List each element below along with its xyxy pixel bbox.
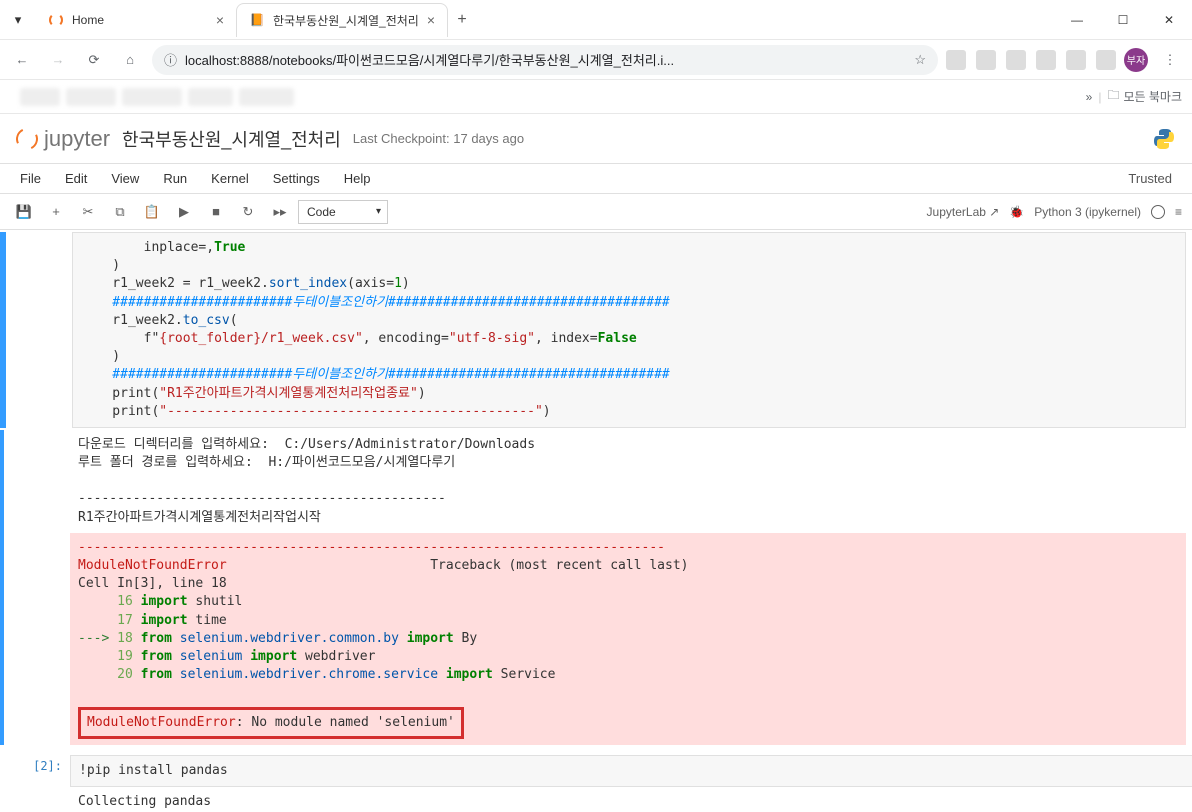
menu-help[interactable]: Help	[334, 167, 381, 190]
menu-view[interactable]: View	[101, 167, 149, 190]
extension-icon[interactable]	[1096, 50, 1116, 70]
cell-prompt: [2]:	[6, 755, 70, 812]
error-output: ----------------------------------------…	[70, 533, 1186, 745]
code-cell[interactable]: [2]: !pip install pandas Collecting pand…	[0, 755, 1186, 812]
tab-label: 한국부동산원_시계열_전처리	[273, 12, 419, 29]
menu-run[interactable]: Run	[153, 167, 197, 190]
home-button[interactable]: ⌂	[116, 46, 144, 74]
jupyter-favicon	[48, 12, 64, 28]
restart-button[interactable]: ↻	[234, 198, 262, 226]
toolbar: 💾 + ✂ ⧉ 📋 ▶ ■ ↻ ▸▸ Code JupyterLab ↗ 🐞 P…	[0, 194, 1192, 230]
extension-icon[interactable]	[976, 50, 996, 70]
python-logo-icon	[1152, 127, 1176, 151]
jupyterlab-link[interactable]: JupyterLab ↗	[927, 205, 1000, 219]
copy-button[interactable]: ⧉	[106, 198, 134, 226]
address-bar: ← → ⟳ ⌂ ⓘ localhost:8888/notebooks/파이썬코드…	[0, 40, 1192, 80]
back-button[interactable]: ←	[8, 46, 36, 74]
trusted-indicator[interactable]: Trusted	[1118, 167, 1182, 190]
checkpoint-text: Last Checkpoint: 17 days ago	[353, 131, 524, 146]
cell-selection-bar[interactable]	[0, 430, 4, 745]
jupyter-logo-icon	[13, 124, 41, 152]
run-button[interactable]: ▶	[170, 198, 198, 226]
toolbar-menu-icon[interactable]: ≡	[1175, 205, 1182, 219]
menu-edit[interactable]: Edit	[55, 167, 97, 190]
profile-avatar[interactable]: 부자	[1124, 48, 1148, 72]
url-input[interactable]: ⓘ localhost:8888/notebooks/파이썬코드모음/시계열다루…	[152, 45, 938, 75]
bookmarks-overflow[interactable]: »	[1086, 90, 1093, 104]
tab-home[interactable]: Home ×	[36, 3, 236, 37]
menubar: File Edit View Run Kernel Settings Help …	[0, 164, 1192, 194]
notebook-favicon: 📙	[249, 12, 265, 28]
stdout-output: 다운로드 디렉터리를 입력하세요: C:/Users/Administrator…	[70, 430, 1186, 533]
bookmark-bar: » | 🗀 모든 북마크	[0, 80, 1192, 114]
tab-notebook[interactable]: 📙 한국부동산원_시계열_전처리 ×	[236, 3, 448, 37]
extension-icon[interactable]	[1006, 50, 1026, 70]
window-controls: — ☐ ✕	[1054, 4, 1192, 36]
notebook-area[interactable]: inplace=,True ) r1_week2 = r1_week2.sort…	[0, 230, 1192, 812]
new-tab-button[interactable]: +	[448, 6, 476, 34]
jupyter-header: jupyter 한국부동산원_시계열_전처리 Last Checkpoint: …	[0, 114, 1192, 164]
stop-button[interactable]: ■	[202, 198, 230, 226]
cut-button[interactable]: ✂	[74, 198, 102, 226]
menu-settings[interactable]: Settings	[263, 167, 330, 190]
tab-dropdown[interactable]: ▾	[0, 12, 36, 28]
stdout-output: Collecting pandas Downloading pandas-2.2…	[70, 787, 1192, 812]
maximize-button[interactable]: ☐	[1100, 4, 1146, 36]
output-cell: 다운로드 디렉터리를 입력하세요: C:/Users/Administrator…	[0, 430, 1186, 745]
tab-label: Home	[72, 13, 104, 27]
run-all-button[interactable]: ▸▸	[266, 198, 294, 226]
folder-icon: 🗀	[1107, 86, 1119, 107]
forward-button[interactable]: →	[44, 46, 72, 74]
minimize-button[interactable]: —	[1054, 4, 1100, 36]
kernel-name[interactable]: Python 3 (ipykernel)	[1034, 205, 1141, 219]
reload-button[interactable]: ⟳	[80, 46, 108, 74]
close-icon[interactable]: ×	[427, 12, 435, 28]
url-text: localhost:8888/notebooks/파이썬코드모음/시계열다루기/…	[185, 50, 906, 69]
extension-icon[interactable]	[1036, 50, 1056, 70]
jupyter-logo[interactable]: jupyter	[16, 126, 110, 152]
code-editor[interactable]: !pip install pandas	[70, 755, 1192, 787]
site-info-icon[interactable]: ⓘ	[164, 50, 177, 69]
paste-button[interactable]: 📋	[138, 198, 166, 226]
notebook-name[interactable]: 한국부동산원_시계열_전처리	[122, 126, 341, 152]
menu-button[interactable]: ⋮	[1156, 46, 1184, 74]
cell-selection-bar[interactable]	[0, 232, 6, 428]
save-button[interactable]: 💾	[10, 198, 38, 226]
code-editor[interactable]: inplace=,True ) r1_week2 = r1_week2.sort…	[72, 232, 1186, 428]
all-bookmarks[interactable]: 🗀 모든 북마크	[1107, 86, 1182, 107]
extension-icon[interactable]	[1066, 50, 1086, 70]
debug-icon[interactable]: 🐞	[1009, 205, 1024, 219]
browser-titlebar: ▾ Home × 📙 한국부동산원_시계열_전처리 × + — ☐ ✕	[0, 0, 1192, 40]
output-prompt	[6, 430, 70, 745]
insert-cell-button[interactable]: +	[42, 198, 70, 226]
extensions	[946, 50, 1116, 70]
cell-selection-bar[interactable]	[0, 755, 4, 812]
close-window-button[interactable]: ✕	[1146, 4, 1192, 36]
bookmark-star-icon[interactable]: ☆	[914, 52, 926, 68]
cell-type-select[interactable]: Code	[298, 200, 388, 224]
cell-prompt	[8, 232, 72, 428]
menu-file[interactable]: File	[10, 167, 51, 190]
code-cell[interactable]: inplace=,True ) r1_week2 = r1_week2.sort…	[0, 232, 1186, 428]
extension-icon[interactable]	[946, 50, 966, 70]
close-icon[interactable]: ×	[216, 12, 224, 28]
menu-kernel[interactable]: Kernel	[201, 167, 259, 190]
kernel-status-icon[interactable]	[1151, 205, 1165, 219]
